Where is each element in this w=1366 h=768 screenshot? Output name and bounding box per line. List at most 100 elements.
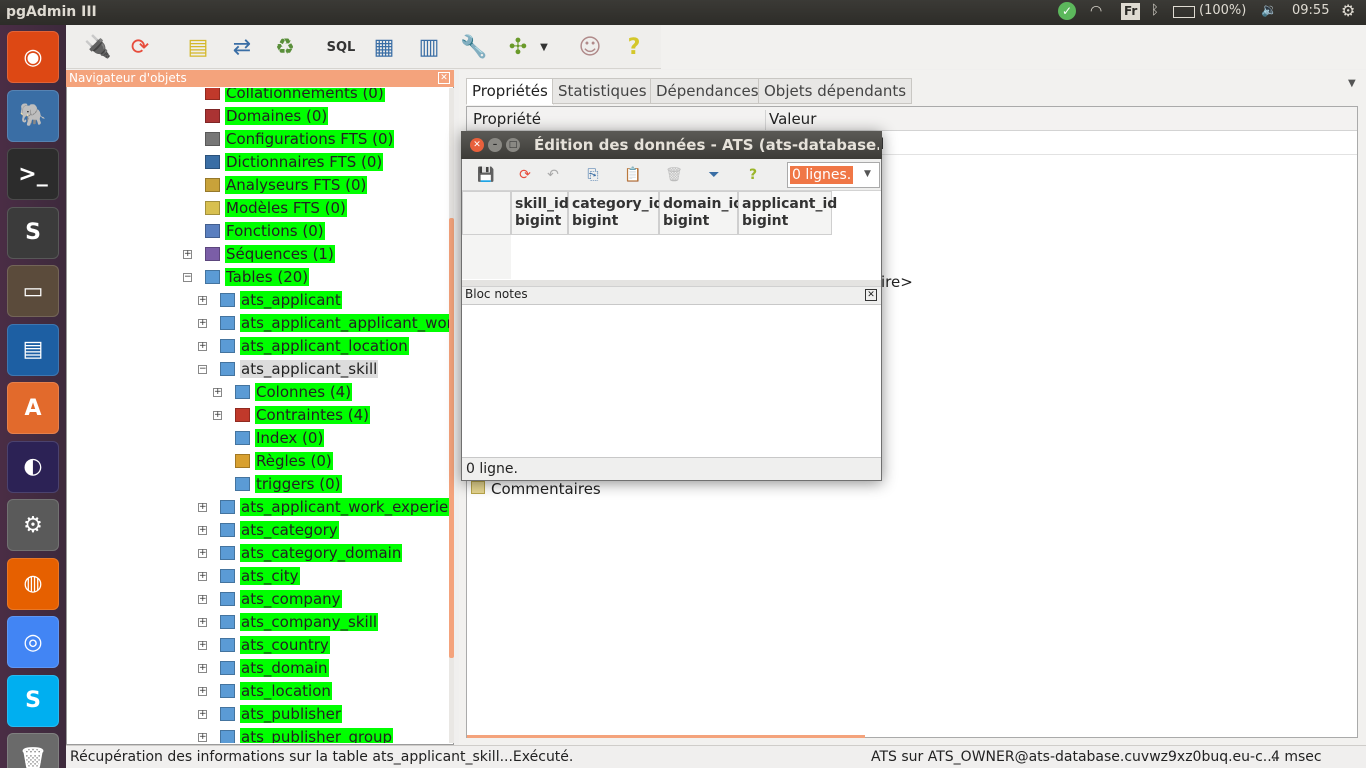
tree-item[interactable]: ats_applicant_skill bbox=[220, 358, 379, 380]
grid-column-header[interactable]: category_id bigint bbox=[568, 191, 663, 235]
expand-icon[interactable]: + bbox=[198, 526, 207, 535]
tree-item[interactable]: ats_publisher_group bbox=[220, 726, 394, 743]
expand-icon[interactable]: + bbox=[198, 503, 207, 512]
battery-percent[interactable]: (100%) bbox=[1199, 3, 1246, 18]
undo-icon[interactable]: ↶ bbox=[544, 166, 562, 184]
trash-icon[interactable]: 🗑 bbox=[7, 733, 59, 768]
expand-icon[interactable]: + bbox=[198, 664, 207, 673]
tree-item[interactable]: ats_company_skill bbox=[220, 611, 379, 633]
hint-icon[interactable]: ☺ bbox=[574, 31, 606, 63]
files-icon[interactable]: ▭ bbox=[7, 265, 59, 317]
help-icon[interactable]: ? bbox=[618, 31, 650, 63]
maximize-icon[interactable]: □ bbox=[506, 138, 520, 152]
tree-item[interactable]: ats_domain bbox=[220, 657, 329, 679]
expand-icon[interactable]: + bbox=[198, 549, 207, 558]
minimize-icon[interactable]: – bbox=[488, 138, 502, 152]
wifi-icon[interactable]: ◠ bbox=[1090, 3, 1102, 19]
pgadmin-icon[interactable]: 🐘 bbox=[7, 89, 59, 142]
keyboard-layout-indicator[interactable]: Fr bbox=[1121, 3, 1141, 20]
view-data-icon[interactable]: ▦ bbox=[368, 31, 400, 63]
collapse-icon[interactable]: − bbox=[183, 273, 192, 282]
tree-item[interactable]: Contraintes (4) bbox=[235, 404, 371, 426]
properties-hscroll-thumb[interactable] bbox=[467, 735, 865, 738]
maintenance-icon[interactable]: 🔧 bbox=[458, 31, 490, 63]
tree-item[interactable]: ats_country bbox=[220, 634, 330, 656]
filter-icon[interactable]: ⏷ bbox=[705, 166, 723, 184]
tree-item[interactable]: Fonctions (0) bbox=[205, 220, 325, 242]
copy-icon[interactable]: ⎘ bbox=[584, 166, 602, 184]
grid-column-header[interactable]: domain_id bigint bbox=[659, 191, 743, 235]
create-icon[interactable]: ⇄ bbox=[226, 31, 258, 63]
chrome-icon[interactable]: ◎ bbox=[7, 616, 59, 668]
tree-item[interactable]: ats_applicant bbox=[220, 289, 342, 311]
tree-item[interactable]: ats_city bbox=[220, 565, 300, 587]
notes-textarea[interactable] bbox=[462, 304, 881, 458]
paste-icon[interactable]: 📋 bbox=[624, 166, 642, 184]
expand-icon[interactable]: + bbox=[198, 641, 207, 650]
expand-icon[interactable]: + bbox=[198, 296, 207, 305]
tab-properties[interactable]: Propriétés bbox=[466, 78, 554, 105]
delete-icon[interactable]: 🗑 bbox=[665, 166, 683, 184]
clock[interactable]: 09:55 bbox=[1292, 3, 1329, 18]
properties-icon[interactable]: ▤ bbox=[182, 31, 214, 63]
refresh-icon[interactable]: ⟳ bbox=[124, 31, 156, 63]
expand-icon[interactable]: + bbox=[183, 250, 192, 259]
plugins-icon[interactable]: ✣ bbox=[502, 31, 534, 63]
expand-icon[interactable]: + bbox=[213, 411, 222, 420]
expand-icon[interactable]: + bbox=[198, 342, 207, 351]
expand-icon[interactable]: + bbox=[198, 572, 207, 581]
close-icon[interactable]: ✕ bbox=[865, 289, 877, 301]
tree-item[interactable]: ats_category bbox=[220, 519, 339, 541]
grid-corner[interactable] bbox=[462, 191, 511, 235]
tree-item[interactable]: ats_company bbox=[220, 588, 342, 610]
battery-icon[interactable] bbox=[1173, 6, 1195, 18]
tree-item[interactable]: Dictionnaires FTS (0) bbox=[205, 151, 384, 173]
firefox-icon[interactable]: ◍ bbox=[7, 557, 59, 610]
tree-item[interactable]: ats_applicant_applicant_work_ bbox=[220, 312, 449, 334]
column-header-property[interactable]: Propriété bbox=[473, 110, 541, 128]
bluetooth-icon[interactable]: ᛒ bbox=[1151, 3, 1159, 18]
save-icon[interactable]: 💾 bbox=[477, 166, 495, 184]
expand-icon[interactable]: + bbox=[213, 388, 222, 397]
collapse-icon[interactable]: − bbox=[198, 365, 207, 374]
tree-item[interactable]: ats_location bbox=[220, 680, 332, 702]
sql-query-icon[interactable]: SQL bbox=[325, 31, 357, 63]
plugins-dropdown-chevron-icon[interactable]: ▼ bbox=[536, 31, 552, 63]
tabs-menu-chevron-icon[interactable]: ▼ bbox=[1348, 78, 1356, 89]
tree-item[interactable]: ats_publisher bbox=[220, 703, 342, 725]
object-tree[interactable]: Collationnements (0) Domaines (0) Configur… bbox=[67, 88, 449, 743]
expand-icon[interactable]: + bbox=[198, 618, 207, 627]
tree-item[interactable]: ats_category_domain bbox=[220, 542, 403, 564]
terminal-icon[interactable]: >_ bbox=[7, 148, 59, 200]
tree-item[interactable]: Collationnements (0) bbox=[205, 88, 385, 104]
expand-icon[interactable]: + bbox=[198, 733, 207, 742]
delete-icon[interactable]: ♻ bbox=[269, 31, 301, 63]
tree-item[interactable]: Index (0) bbox=[235, 427, 325, 449]
tree-item[interactable]: ats_applicant_location bbox=[220, 335, 409, 357]
update-check-icon[interactable]: ✓ bbox=[1058, 2, 1076, 20]
sublime-text-icon[interactable]: S bbox=[7, 206, 59, 259]
scrollbar-thumb[interactable] bbox=[449, 218, 454, 658]
tab-dependents[interactable]: Objets dépendants bbox=[758, 78, 913, 104]
navigator-scrollbar[interactable] bbox=[449, 88, 454, 743]
software-center-icon[interactable]: A bbox=[7, 382, 59, 434]
row-limit-value[interactable]: 0 lignes. bbox=[790, 166, 854, 184]
dialog-titlebar[interactable]: ✕ – □ Édition des données - ATS (ats-dat… bbox=[461, 131, 882, 159]
tree-item[interactable]: Règles (0) bbox=[235, 450, 333, 472]
row-limit-combo[interactable]: 0 lignes. ▼ bbox=[787, 162, 880, 188]
grid-column-header[interactable]: skill_id bigint bbox=[511, 191, 569, 235]
tab-dependencies[interactable]: Dépendances bbox=[650, 78, 765, 104]
tree-item[interactable]: ats_applicant_work_experienc bbox=[220, 496, 449, 518]
tree-item[interactable]: triggers (0) bbox=[235, 473, 342, 495]
tab-statistics[interactable]: Statistiques bbox=[552, 78, 653, 104]
help-icon[interactable]: ? bbox=[744, 166, 762, 184]
system-settings-icon[interactable]: ⚙ bbox=[7, 499, 59, 551]
refresh-icon[interactable]: ⟳ bbox=[516, 166, 534, 184]
tree-item[interactable]: Configurations FTS (0) bbox=[205, 128, 395, 150]
tree-item[interactable]: Séquences (1) bbox=[205, 243, 335, 265]
filtered-data-icon[interactable]: ▥ bbox=[413, 31, 445, 63]
libreoffice-draw-icon[interactable]: ▤ bbox=[7, 323, 59, 376]
volume-icon[interactable]: 🔉 bbox=[1261, 3, 1277, 18]
close-icon[interactable]: ✕ bbox=[438, 72, 450, 84]
expand-icon[interactable]: + bbox=[198, 319, 207, 328]
